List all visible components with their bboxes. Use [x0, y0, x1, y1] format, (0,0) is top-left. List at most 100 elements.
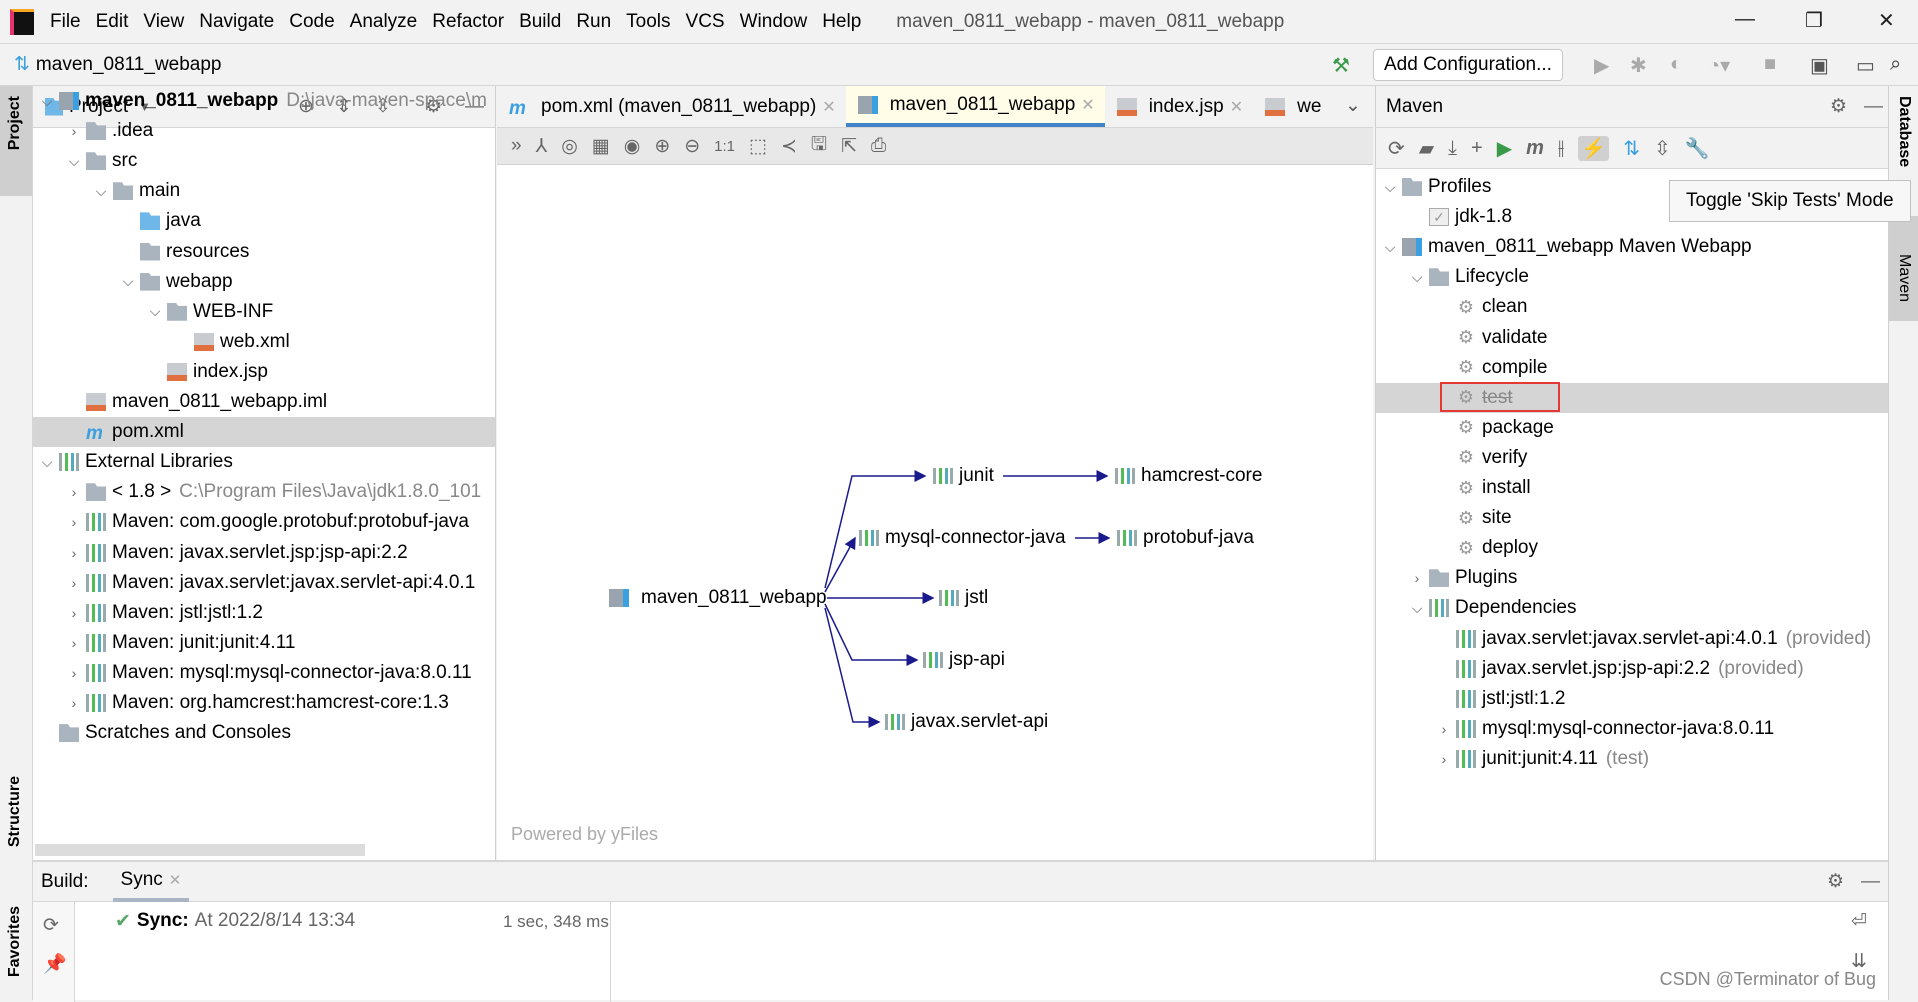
run-maven-icon[interactable]: ▶ — [1497, 136, 1512, 161]
search-icon[interactable]: ⌕ — [1890, 53, 1901, 76]
favorites-tool-button[interactable]: Favorites — [6, 906, 24, 977]
chevron-right-icon[interactable]: › — [1407, 570, 1427, 586]
chevron-right-icon[interactable]: › — [64, 575, 84, 591]
debug-icon[interactable]: ✱ — [1630, 53, 1647, 78]
close-tab-icon[interactable]: ✕ — [169, 871, 182, 889]
tree-item[interactable]: › Maven: junit:junit:4.11 — [33, 628, 495, 658]
tree-item[interactable]: › Maven: com.google.protobuf:protobuf-jav… — [33, 507, 495, 537]
menu-view[interactable]: View — [143, 11, 184, 33]
chevron-right-icon[interactable]: › — [64, 635, 84, 651]
build-hammer-icon[interactable]: ⚒ — [1332, 53, 1350, 78]
diagram-node-root[interactable]: maven_0811_webapp — [607, 587, 827, 609]
tree-item[interactable]: ⌵ WEB-INF — [33, 297, 495, 327]
chevron-down-icon[interactable]: ⌵ — [118, 273, 138, 290]
add-configuration-button[interactable]: Add Configuration... — [1373, 49, 1563, 81]
gear-icon[interactable]: ⚙ — [1830, 95, 1847, 118]
menu-navigate[interactable]: Navigate — [199, 11, 274, 33]
chevron-right-icon[interactable]: › — [64, 484, 84, 500]
structure-tool-button[interactable]: Structure — [6, 776, 24, 847]
offline-mode-icon[interactable]: ⫲ — [1558, 137, 1564, 160]
menu-window[interactable]: Window — [740, 11, 808, 33]
menu-build[interactable]: Build — [519, 11, 561, 33]
tree-item[interactable]: › Maven: mysql:mysql-connector-java:8.0.1… — [33, 658, 495, 688]
tree-item[interactable]: › .idea — [33, 116, 495, 146]
restore-icon[interactable]: ❐ — [1805, 8, 1823, 33]
menu-help[interactable]: Help — [822, 11, 861, 33]
reload-icon[interactable]: ⟳ — [1388, 136, 1405, 161]
hide-icon[interactable]: — — [1861, 871, 1880, 893]
show-dependencies-icon[interactable]: ⇅ — [1623, 136, 1640, 161]
diagram-node-protobuf-java[interactable]: protobuf-java — [1117, 527, 1254, 549]
tree-item[interactable]: › Plugins — [1376, 563, 1888, 593]
diagram-node-hamcrest-core[interactable]: hamcrest-core — [1115, 465, 1262, 487]
coverage-icon[interactable]: ◐ — [1670, 53, 1682, 76]
soft-wrap-icon[interactable]: ⏎ — [1851, 910, 1867, 933]
tree-item[interactable]: › Maven: org.hamcrest:hamcrest-core:1.3 — [33, 688, 495, 718]
menu-edit[interactable]: Edit — [96, 11, 129, 33]
add-icon[interactable]: + — [1471, 137, 1483, 160]
tree-item[interactable]: › Maven: javax.servlet:javax.servlet-api:… — [33, 568, 495, 598]
project-structure-icon[interactable]: ▣ — [1810, 53, 1829, 78]
menu-code[interactable]: Code — [289, 11, 334, 33]
skip-tests-toggle-icon[interactable]: ⚡ — [1578, 135, 1610, 161]
tree-item[interactable]: ⌵ main — [33, 176, 495, 206]
sync-result[interactable]: ✔ Sync: At 2022/8/14 13:34 — [115, 910, 355, 933]
chevron-down-icon[interactable]: ⌵ — [1407, 269, 1427, 286]
chevron-down-icon[interactable]: ⌵ — [64, 153, 84, 170]
chevron-right-icon[interactable]: › — [64, 695, 84, 711]
tree-item[interactable]: ⚙ compile — [1376, 353, 1888, 383]
chevron-down-icon[interactable]: ⌵ — [37, 93, 57, 110]
tree-item[interactable]: Scratches and Consoles — [33, 718, 495, 748]
run-icon[interactable]: ▶ — [1594, 53, 1609, 78]
horizontal-scrollbar[interactable] — [35, 844, 365, 856]
diagram-node-mysql-connector-java[interactable]: mysql-connector-java — [859, 527, 1066, 549]
chevron-down-icon[interactable]: ⌵ — [91, 183, 111, 200]
tree-item[interactable]: ⌵ webapp — [33, 267, 495, 297]
minimize-icon[interactable]: — — [1735, 8, 1755, 31]
diagram-node-javax-servlet-api[interactable]: javax.servlet-api — [885, 711, 1048, 733]
tree-item[interactable]: ⚙ deploy — [1376, 533, 1888, 563]
tree-item[interactable]: ⚙ clean — [1376, 292, 1888, 322]
chevron-down-icon[interactable]: ⌵ — [145, 303, 165, 320]
tree-item[interactable]: ⌵ Lifecycle — [1376, 262, 1888, 292]
tree-item[interactable]: › mysql:mysql-connector-java:8.0.11 — [1376, 714, 1888, 744]
tree-item[interactable]: maven_0811_webapp.iml — [33, 387, 495, 417]
chevron-down-icon[interactable]: ⌵ — [37, 454, 57, 471]
tree-item[interactable]: › junit:junit:4.11 (test) — [1376, 744, 1888, 774]
tree-item[interactable]: ⌵ src — [33, 146, 495, 176]
chevron-right-icon[interactable]: › — [64, 545, 84, 561]
gear-icon[interactable]: ⚙ — [1827, 870, 1844, 893]
tree-item[interactable]: ⚙ install — [1376, 473, 1888, 503]
tree-item[interactable]: m pom.xml — [33, 417, 495, 448]
chevron-right-icon[interactable]: › — [64, 514, 84, 530]
tree-item[interactable]: javax.servlet.jsp:jsp-api:2.2 (provided) — [1376, 654, 1888, 684]
close-icon[interactable]: ✕ — [1878, 8, 1895, 33]
tree-item[interactable]: ⌵ maven_0811_webapp Maven Webapp — [1376, 232, 1888, 262]
tree-item[interactable]: jstl:jstl:1.2 — [1376, 684, 1888, 714]
diagram-node-junit[interactable]: junit — [933, 465, 994, 487]
hide-icon[interactable]: — — [1864, 96, 1883, 118]
chevron-down-icon[interactable]: ⌵ — [1407, 600, 1427, 617]
terminal-icon[interactable]: ▭ — [1856, 53, 1875, 78]
tree-item[interactable]: web.xml — [33, 327, 495, 357]
chevron-right-icon[interactable]: › — [64, 605, 84, 621]
database-tool-button[interactable]: Database — [1895, 96, 1913, 167]
tree-item[interactable]: ⌵ Dependencies — [1376, 593, 1888, 623]
breadcrumb[interactable]: maven_0811_webapp — [36, 54, 222, 76]
chevron-right-icon[interactable]: › — [1434, 721, 1454, 737]
project-tool-button[interactable]: Project — [6, 96, 24, 150]
tree-item[interactable]: ⚙ validate — [1376, 323, 1888, 353]
stop-icon[interactable]: ■ — [1764, 53, 1776, 76]
chevron-down-icon[interactable]: ⌵ — [1380, 239, 1400, 256]
checkbox-icon[interactable]: ✓ — [1429, 208, 1449, 227]
download-icon[interactable]: ⤓ — [1448, 137, 1457, 160]
menu-vcs[interactable]: VCS — [686, 11, 725, 33]
tree-item[interactable]: › < 1.8 > C:\Program Files\Java\jdk1.8.0_1… — [33, 477, 495, 507]
rerun-icon[interactable]: ⟳ — [43, 914, 59, 937]
tree-item[interactable]: ⌵ maven_0811_webapp D:\java-maven-space\m — [33, 86, 495, 116]
chevron-right-icon[interactable]: › — [1434, 751, 1454, 767]
diagram-node-jsp-api[interactable]: jsp-api — [923, 649, 1005, 671]
maven-tool-button[interactable]: Maven — [1895, 254, 1913, 302]
tree-item[interactable]: ⚙ verify — [1376, 443, 1888, 473]
chevron-right-icon[interactable]: › — [64, 123, 84, 139]
